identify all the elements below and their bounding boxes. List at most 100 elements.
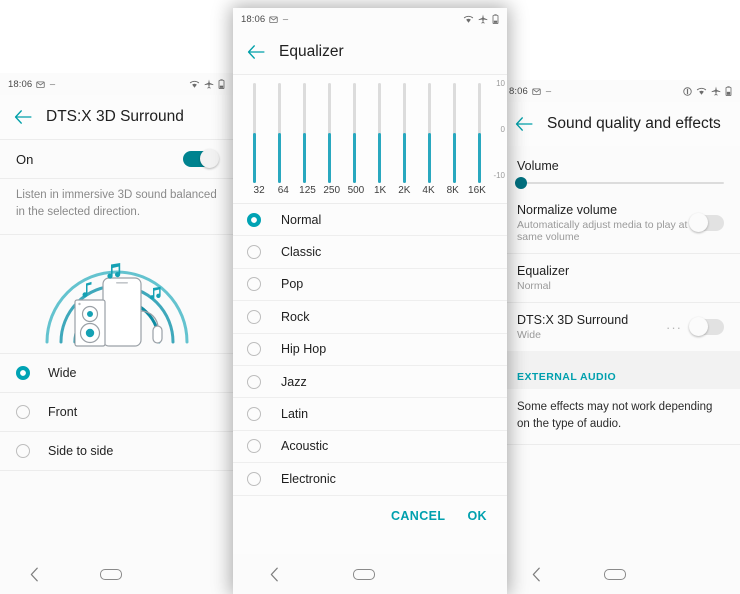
back-arrow-icon[interactable] [245,41,267,63]
status-time: 18:06 [241,13,266,25]
preset-label: Hip Hop [281,342,327,357]
option-wide[interactable]: Wide [0,354,233,392]
preset-row-normal[interactable]: Normal [233,204,507,237]
radio-icon[interactable] [247,439,261,454]
equalizer-band-fill[interactable] [403,133,406,183]
page-title: Equalizer [279,43,344,60]
section-spacer [501,351,740,361]
preset-label: Classic [281,245,322,260]
radio-icon[interactable] [247,309,261,324]
page-title: DTS:X 3D Surround [46,108,184,125]
preset-row-rock[interactable]: Rock [233,301,507,334]
equalizer-freq-label: 1K [374,185,387,196]
pref-title: DTS:X 3D Surround [517,313,629,327]
equalizer-band-fill[interactable] [353,133,356,183]
pref-subtitle: Automatically adjust media to play at sa… [517,219,688,243]
home-nav-icon[interactable] [603,568,626,580]
status-time: 8:06 [509,85,528,97]
option-side-to-side[interactable]: Side to side [0,432,233,470]
ok-button[interactable]: OK [467,509,487,523]
dtsx-master-row[interactable]: On [0,140,233,178]
home-nav-icon[interactable] [353,568,376,580]
radio-icon[interactable] [247,277,261,292]
volume-slider-thumb[interactable] [515,177,527,189]
status-time: 18:06 [8,78,33,90]
radio-icon[interactable] [16,405,30,420]
mail-icon [532,87,541,96]
page-title: Sound quality and effects [547,115,721,132]
home-nav-icon[interactable] [99,568,122,580]
equalizer-band-500[interactable] [353,83,356,183]
option-label: Wide [48,366,77,381]
volume-label: Volume [517,159,559,173]
preset-label: Electronic [281,471,336,486]
pref-equalizer[interactable]: Equalizer Normal [501,254,740,302]
option-front[interactable]: Front [0,393,233,431]
dash-icon [49,81,56,88]
dtsx-3d-surround-toggle[interactable] [689,317,724,336]
dtsx-3d-surround-illustration [0,235,233,354]
back-nav-icon[interactable] [270,567,279,582]
airplane-icon [478,14,488,24]
equalizer-freq-label: 2K [398,185,411,196]
radio-icon[interactable] [247,342,261,357]
external-audio-note: Some effects may not work depending on t… [517,401,713,430]
cancel-button[interactable]: CANCEL [391,509,445,523]
preset-row-acoustic[interactable]: Acoustic [233,431,507,464]
back-arrow-icon[interactable] [12,106,34,128]
center-appbar: Equalizer [233,30,507,74]
equalizer-band-32[interactable] [253,83,256,183]
preset-row-electronic[interactable]: Electronic [233,463,507,496]
dtsx-master-toggle[interactable] [183,149,219,168]
equalizer-band-16K[interactable] [478,83,481,183]
right-phone-screen: 8:06 Sound quality and effects Volume No… [501,80,740,594]
equalizer-band-fill[interactable] [378,133,381,183]
preset-row-hip-hop[interactable]: Hip Hop [233,334,507,366]
mail-icon [36,80,45,89]
radio-icon[interactable] [247,374,261,389]
equalizer-band-fill[interactable] [253,133,256,183]
preset-row-classic[interactable]: Classic [233,236,507,269]
radio-icon[interactable] [16,444,30,459]
radio-icon[interactable] [16,366,30,381]
equalizer-band-8K[interactable] [453,83,456,183]
volume-slider[interactable] [501,175,740,193]
equalizer-band-2K[interactable] [403,83,406,183]
radio-icon[interactable] [247,212,261,227]
pref-normalize-volume[interactable]: Normalize volume Automatically adjust me… [501,193,740,253]
equalizer-graph[interactable]: 10 0 -10 32 64 125 250 500 1K 2K 4K 8K 16K [233,75,507,203]
toggle-knob [689,317,708,336]
equalizer-bands[interactable] [245,75,495,183]
preset-row-pop[interactable]: Pop [233,269,507,302]
normalize-volume-toggle[interactable] [689,213,724,232]
wifi-icon [463,15,474,24]
toggle-knob [200,149,219,168]
battery-icon [725,86,732,96]
equalizer-band-fill[interactable] [328,133,331,183]
back-nav-icon[interactable] [532,567,541,582]
center-statusbar: 18:06 [233,8,507,30]
pref-dtsx-3d-surround[interactable]: DTS:X 3D Surround Wide ··· [501,303,740,351]
equalizer-band-125[interactable] [303,83,306,183]
radio-icon[interactable] [247,245,261,260]
back-nav-icon[interactable] [30,567,39,582]
equalizer-band-fill[interactable] [278,133,281,183]
equalizer-band-64[interactable] [278,83,281,183]
radio-icon[interactable] [247,407,261,422]
preset-row-latin[interactable]: Latin [233,398,507,431]
dialog-actions: CANCEL OK [233,495,507,536]
equalizer-band-fill[interactable] [428,133,431,183]
equalizer-band-4K[interactable] [428,83,431,183]
equalizer-band-fill[interactable] [453,133,456,183]
more-options-icon[interactable]: ··· [666,320,682,335]
equalizer-band-1K[interactable] [378,83,381,183]
equalizer-band-250[interactable] [328,83,331,183]
equalizer-band-fill[interactable] [478,133,481,183]
back-arrow-icon[interactable] [513,113,535,135]
equalizer-freq-label: 125 [299,185,316,196]
preset-row-jazz[interactable]: Jazz [233,366,507,399]
equalizer-freq-label: 500 [347,185,365,196]
equalizer-band-fill[interactable] [303,133,306,183]
radio-icon[interactable] [247,471,261,486]
equalizer-preset-list[interactable]: Normal Classic Pop Rock Hip Hop Jazz Latin Acou… [233,204,507,496]
